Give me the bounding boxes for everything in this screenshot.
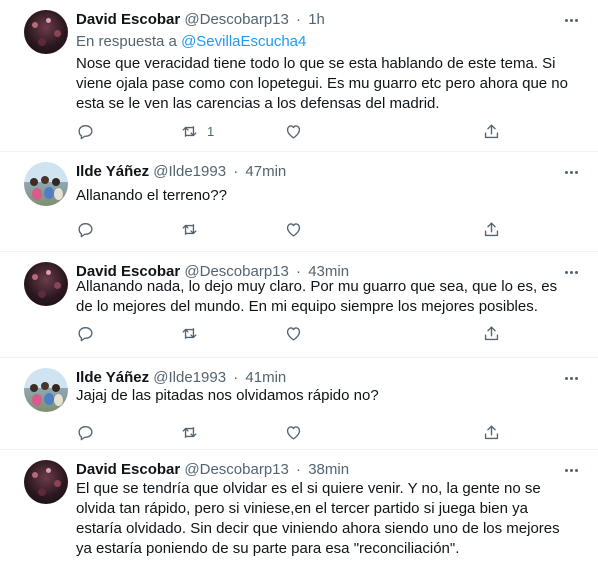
retweet-button[interactable]	[180, 323, 199, 343]
tweet-header: David Escobar @Descobarp13 · 1h	[76, 10, 325, 30]
tweet[interactable]: Ilde Yáñez @Ilde1993 · 41min Jajaj de la…	[0, 358, 598, 450]
reply-prefix: En respuesta a	[76, 33, 177, 50]
tweet-text: El que se tendría que olvidar es el si q…	[76, 480, 560, 557]
user-name[interactable]: David Escobar	[76, 461, 180, 478]
user-handle[interactable]: @Ilde1993	[153, 163, 226, 180]
tweet[interactable]: David Escobar @Descobarp13 · 1h En respu…	[0, 0, 598, 152]
like-button[interactable]	[284, 121, 303, 141]
reply-icon	[78, 222, 93, 237]
reply-button[interactable]	[76, 422, 95, 442]
retweet-icon	[182, 125, 197, 137]
avatar[interactable]	[24, 162, 68, 206]
retweet-button[interactable]	[180, 219, 199, 239]
user-name[interactable]: David Escobar	[76, 11, 180, 28]
tweet-header: Ilde Yáñez @Ilde1993 · 47min	[76, 162, 286, 182]
heart-icon	[286, 326, 301, 341]
more-icon[interactable]	[560, 368, 582, 388]
retweet-icon	[182, 223, 197, 235]
user-name[interactable]: Ilde Yáñez	[76, 369, 149, 386]
separator: ·	[233, 163, 239, 180]
share-button[interactable]	[482, 323, 501, 343]
heart-icon	[286, 425, 301, 440]
more-icon[interactable]	[560, 162, 582, 182]
timestamp[interactable]: 41min	[245, 369, 286, 386]
like-button[interactable]	[284, 422, 303, 442]
user-handle[interactable]: @Descobarp13	[184, 11, 288, 28]
retweet-button[interactable]: 1	[180, 121, 214, 141]
share-icon	[484, 325, 499, 340]
timestamp[interactable]: 38min	[308, 461, 349, 478]
more-icon[interactable]	[560, 460, 582, 480]
share-icon	[484, 424, 499, 439]
tweet[interactable]: David Escobar @Descobarp13 · 43min Allan…	[0, 252, 598, 358]
separator: ·	[296, 461, 302, 478]
tweet-header: Ilde Yáñez @Ilde1993 · 41min	[76, 368, 286, 388]
avatar[interactable]	[24, 10, 68, 54]
avatar[interactable]	[24, 460, 68, 504]
reply-button[interactable]	[76, 323, 95, 343]
avatar[interactable]	[24, 262, 68, 306]
avatar[interactable]	[24, 368, 68, 412]
reply-icon	[78, 425, 93, 440]
separator: ·	[296, 11, 302, 28]
tweet-header: David Escobar @Descobarp13 · 38min	[76, 460, 349, 480]
like-button[interactable]	[284, 219, 303, 239]
tweet-actions	[76, 323, 506, 343]
retweet-count: 1	[207, 123, 215, 139]
reply-context: En respuesta a @SevillaEscucha4	[76, 32, 306, 52]
retweet-icon	[182, 327, 197, 339]
retweet-button[interactable]	[180, 422, 199, 442]
reply-mention-link[interactable]: @SevillaEscucha4	[181, 33, 306, 50]
timestamp[interactable]: 47min	[245, 163, 286, 180]
heart-icon	[286, 124, 301, 139]
share-icon	[484, 221, 499, 236]
heart-icon	[286, 222, 301, 237]
reply-button[interactable]	[76, 219, 95, 239]
share-button[interactable]	[482, 422, 501, 442]
tweet-text: Jajaj de las pitadas nos olvidamos rápid…	[76, 387, 379, 404]
user-handle[interactable]: @Ilde1993	[153, 369, 226, 386]
reply-icon	[78, 326, 93, 341]
user-handle[interactable]: @Descobarp13	[184, 461, 288, 478]
share-button[interactable]	[482, 121, 501, 141]
tweet-text: Allanando el terreno??	[76, 187, 227, 204]
separator: ·	[233, 369, 239, 386]
like-button[interactable]	[284, 323, 303, 343]
tweet-text: Allanando nada, lo dejo muy claro. Por m…	[76, 278, 558, 315]
tweet[interactable]: Ilde Yáñez @Ilde1993 · 47min Allanando e…	[0, 152, 598, 252]
retweet-icon	[182, 426, 197, 438]
tweet-actions	[76, 219, 506, 239]
tweet-actions: 1	[76, 121, 506, 141]
tweet[interactable]: David Escobar @Descobarp13 · 38min El qu…	[0, 450, 598, 562]
share-button[interactable]	[482, 219, 501, 239]
reply-button[interactable]	[76, 121, 95, 141]
tweet-actions	[76, 422, 506, 442]
timestamp[interactable]: 1h	[308, 11, 325, 28]
reply-icon	[78, 124, 93, 139]
share-icon	[484, 123, 499, 138]
user-name[interactable]: Ilde Yáñez	[76, 163, 149, 180]
tweet-text: Nose que veracidad tiene todo lo que se …	[76, 55, 568, 112]
more-icon[interactable]	[560, 10, 582, 30]
